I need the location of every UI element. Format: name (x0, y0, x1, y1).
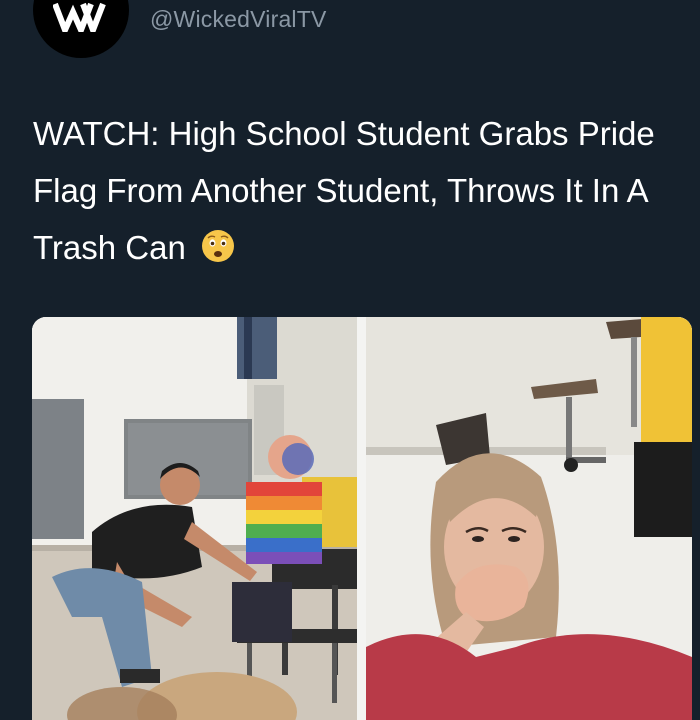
avatar[interactable] (33, 0, 129, 58)
tweet-header: @WickedViralTV (0, 0, 700, 60)
girl-covering-mouth-photo[interactable] (366, 317, 692, 720)
astonished-face-emoji-icon (201, 223, 235, 262)
tweet-text: WATCH: High School Student Grabs Pride F… (33, 105, 683, 276)
classroom-students-photo[interactable] (32, 317, 357, 720)
account-handle[interactable]: @WickedViralTV (150, 6, 327, 33)
tweet-media[interactable] (32, 317, 692, 720)
wicked-viral-logo-icon (53, 2, 106, 32)
headline-text: WATCH: High School Student Grabs Pride F… (33, 115, 655, 266)
media-divider (357, 317, 366, 720)
